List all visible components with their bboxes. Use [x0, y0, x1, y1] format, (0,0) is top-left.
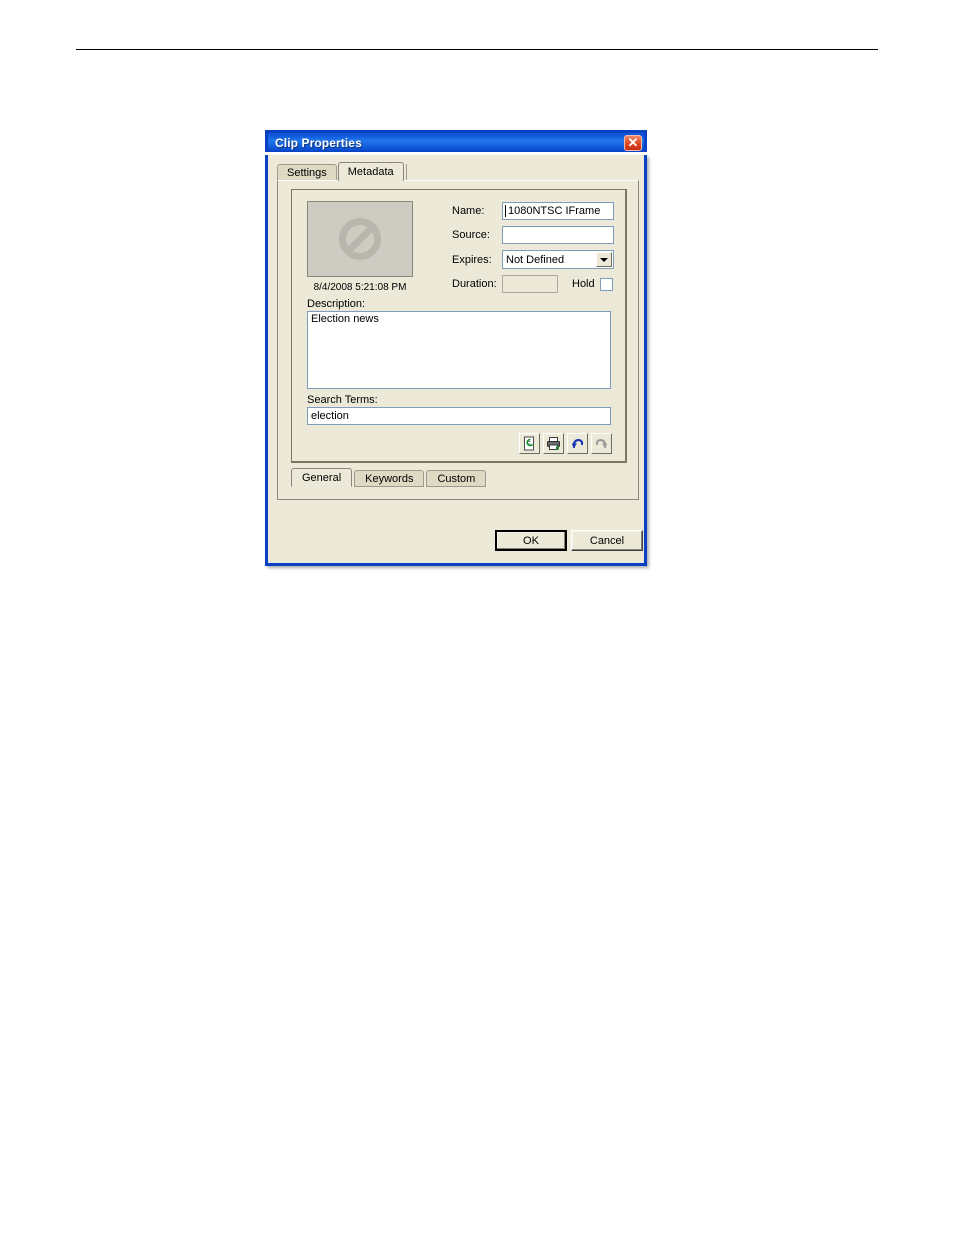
search-terms-label: Search Terms: [307, 394, 378, 406]
duration-label: Duration: [452, 278, 497, 290]
name-label: Name: [452, 205, 485, 217]
tab-metadata-label: Metadata [347, 166, 394, 178]
subtab-keywords-label: Keywords [365, 472, 414, 485]
no-entry-icon [339, 218, 381, 260]
thumbnail-timestamp: 8/4/2008 5:21:08 PM [313, 282, 407, 293]
metadata-tabpage: 8/4/2008 5:21:08 PM Name: 1080NTSC IFram… [277, 180, 639, 500]
description-textarea[interactable]: Election news [307, 311, 611, 389]
duration-input [502, 275, 558, 293]
clip-properties-dialog: Clip Properties ✕ Settings Metadata 8/4/… [265, 130, 647, 566]
source-label: Source: [452, 229, 490, 241]
metadata-toolbar [519, 433, 612, 454]
name-input-value: 1080NTSC IFrame [508, 205, 601, 217]
search-terms-input[interactable]: election [307, 407, 611, 425]
chevron-down-icon[interactable] [596, 252, 612, 267]
print-icon[interactable] [543, 433, 564, 454]
close-icon[interactable]: ✕ [624, 134, 642, 151]
tabstrip-filler [405, 164, 639, 181]
redo-icon [591, 433, 612, 454]
subtab-general-label: General [302, 471, 342, 484]
source-field-row: Source: [452, 226, 614, 244]
subtab-keywords[interactable]: Keywords [354, 470, 425, 487]
expires-label: Expires: [452, 253, 492, 266]
main-tabstrip: Settings Metadata [277, 162, 639, 181]
metadata-panel: 8/4/2008 5:21:08 PM Name: 1080NTSC IFram… [291, 189, 627, 463]
subtab-custom[interactable]: Custom [426, 470, 487, 487]
ok-button[interactable]: OK [495, 530, 567, 551]
cancel-button[interactable]: Cancel [571, 530, 643, 551]
subtab-custom-label: Custom [437, 472, 476, 485]
dialog-titlebar[interactable]: Clip Properties ✕ [265, 130, 647, 152]
name-field-row: Name: 1080NTSC IFrame [452, 202, 614, 220]
undo-icon[interactable] [567, 433, 588, 454]
hold-label: Hold [572, 278, 595, 290]
expires-dropdown[interactable]: Not Defined [502, 250, 614, 269]
source-input[interactable] [502, 226, 614, 244]
refresh-document-icon[interactable] [519, 433, 540, 454]
expires-selected-value: Not Defined [506, 253, 565, 266]
clip-thumbnail [307, 201, 413, 277]
hold-checkbox[interactable] [599, 277, 613, 291]
metadata-subtabs: General Keywords Custom [291, 468, 488, 487]
tab-metadata[interactable]: Metadata [337, 162, 404, 181]
subtab-general[interactable]: General [291, 468, 353, 487]
duration-field-row: Duration: Hold [452, 275, 613, 293]
tab-settings-label: Settings [287, 167, 327, 179]
page-header-rule [76, 49, 878, 50]
expires-field-row: Expires: Not Defined [452, 250, 614, 269]
tab-settings[interactable]: Settings [277, 164, 337, 181]
description-label: Description: [307, 298, 366, 310]
text-caret [505, 205, 506, 217]
dialog-title: Clip Properties [275, 135, 362, 150]
name-input[interactable]: 1080NTSC IFrame [502, 202, 614, 220]
